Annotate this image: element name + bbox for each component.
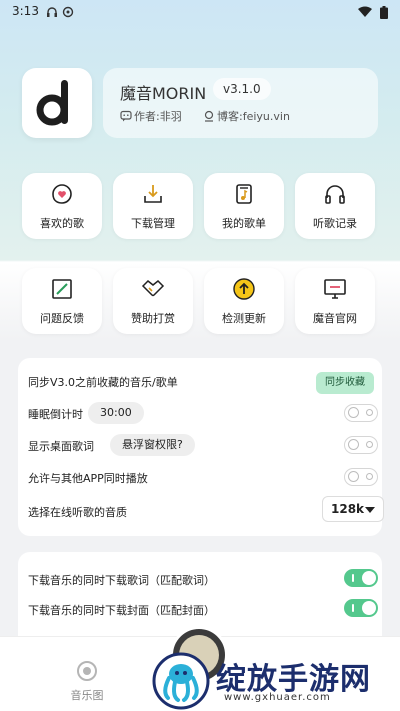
- tile-feedback[interactable]: 问题反馈: [22, 268, 102, 334]
- author-info: 作者:非羽: [120, 108, 182, 124]
- tile-download-manager[interactable]: 下载管理: [113, 173, 193, 239]
- author-text: 作者:非羽: [134, 110, 182, 123]
- chat-icon: [120, 110, 132, 122]
- sync-status-icon: [62, 6, 74, 21]
- mix-playback-label: 允许与其他APP同时播放: [28, 472, 148, 485]
- download-lyrics-label: 下载音乐的同时下载歌词（匹配歌词）: [28, 574, 215, 587]
- sleep-timer-toggle[interactable]: [344, 404, 378, 422]
- version-badge: v3.1.0: [213, 78, 271, 100]
- headphones-icon: [325, 185, 345, 204]
- sync-label: 同步V3.0之前收藏的音乐/歌单: [28, 376, 178, 389]
- setting-row-quality: 选择在线听歌的音质 128k: [28, 496, 384, 526]
- tile-check-update[interactable]: 检测更新: [204, 268, 284, 334]
- setting-row-download-cover: 下载音乐的同时下载封面（匹配封面）: [28, 594, 378, 624]
- setting-row-desktop-lyrics: 显示桌面歌词 悬浮窗权限?: [28, 430, 378, 460]
- status-bar: 3:13: [0, 0, 400, 24]
- tile-label: 喜欢的歌: [40, 217, 84, 230]
- settings-card: 同步V3.0之前收藏的音乐/歌单 同步收藏 睡眠倒计时 30:00 显示桌面歌词…: [18, 358, 384, 536]
- download-lyrics-toggle[interactable]: [344, 569, 378, 587]
- update-icon: [233, 278, 255, 300]
- feedback-icon: [52, 279, 72, 299]
- tile-label: 下载管理: [131, 217, 175, 230]
- watermark-url: www.gxhuaer.com: [224, 692, 331, 703]
- quality-label: 选择在线听歌的音质: [28, 506, 127, 519]
- tile-my-playlist[interactable]: 我的歌单: [204, 173, 284, 239]
- handshake-icon: [141, 279, 165, 297]
- sleep-timer-label: 睡眠倒计时: [28, 408, 83, 421]
- download-cover-label: 下载音乐的同时下载封面（匹配封面）: [28, 604, 215, 617]
- tile-label: 我的歌单: [222, 217, 266, 230]
- desktop-lyrics-toggle[interactable]: [344, 436, 378, 454]
- headset-icon: [46, 6, 58, 21]
- tile-listening-history[interactable]: 听歌记录: [295, 173, 375, 239]
- nav-label: 音乐图: [70, 689, 104, 702]
- heart-icon: [52, 184, 72, 204]
- wifi-icon: [358, 6, 372, 21]
- setting-row-mix-playback: 允许与其他APP同时播放: [28, 462, 378, 492]
- status-time: 3:13: [12, 4, 39, 18]
- playlist-icon: [236, 184, 252, 204]
- location-icon: [204, 110, 214, 122]
- quality-select[interactable]: 128k: [322, 496, 384, 522]
- sleep-timer-value[interactable]: 30:00: [88, 402, 144, 424]
- download-cover-toggle[interactable]: [344, 599, 378, 617]
- watermark: 绽放手游网 www.gxhuaer.com: [152, 652, 400, 711]
- tile-label: 问题反馈: [40, 312, 84, 325]
- chevron-down-icon: [365, 507, 375, 513]
- nav-music-map[interactable]: 音乐图: [58, 655, 116, 702]
- tile-sponsor[interactable]: 赞助打赏: [113, 268, 193, 334]
- battery-icon: [380, 6, 388, 22]
- setting-row-sleep-timer: 睡眠倒计时 30:00: [28, 398, 378, 428]
- app-info-card: 魔音MORIN v3.1.0 作者:非羽 博客:feiyu.vin: [103, 68, 378, 138]
- quality-value: 128k: [331, 502, 365, 516]
- tile-favorite-songs[interactable]: 喜欢的歌: [22, 173, 102, 239]
- tile-label: 检测更新: [222, 312, 266, 325]
- desktop-lyrics-label: 显示桌面歌词: [28, 440, 94, 453]
- sync-favorites-button[interactable]: 同步收藏: [316, 372, 374, 394]
- blog-info[interactable]: 博客:feiyu.vin: [203, 108, 290, 124]
- tile-official-site[interactable]: 魔音官网: [295, 268, 375, 334]
- float-permission-button[interactable]: 悬浮窗权限?: [110, 434, 195, 456]
- tile-label: 魔音官网: [313, 312, 357, 325]
- app-name: 魔音MORIN: [120, 84, 207, 103]
- download-icon: [144, 185, 162, 203]
- setting-row-download-lyrics: 下载音乐的同时下载歌词（匹配歌词）: [28, 564, 378, 594]
- monitor-icon: [324, 279, 346, 299]
- disc-icon: [77, 661, 97, 681]
- blog-text: 博客:feiyu.vin: [217, 110, 290, 123]
- tile-label: 赞助打赏: [131, 312, 175, 325]
- octopus-logo-icon: [152, 652, 210, 710]
- mix-playback-toggle[interactable]: [344, 468, 378, 486]
- app-logo: [22, 68, 92, 138]
- tile-label: 听歌记录: [313, 217, 357, 230]
